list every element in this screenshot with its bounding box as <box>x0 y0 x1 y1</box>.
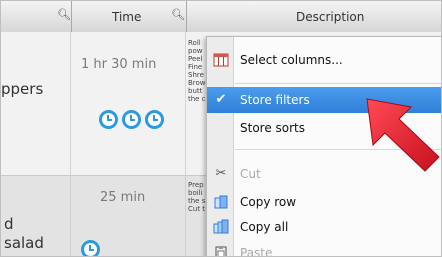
menu-item-label: Store filters <box>240 93 310 107</box>
column-filter-icon[interactable]: 🔍︎ <box>171 8 185 21</box>
menu-item-label: Paste <box>240 246 273 257</box>
clock-icon <box>81 240 100 256</box>
menu-item-label: Copy all <box>240 220 289 234</box>
red-arrow-icon <box>366 98 440 172</box>
description-column-header[interactable]: Description <box>296 10 364 24</box>
table-row-time-cell[interactable]: 1 hr 30 min <box>71 32 186 175</box>
menu-item-copy-all[interactable]: Copy all <box>207 214 441 240</box>
time-text: 1 hr 30 min <box>81 57 157 72</box>
paste-icon <box>213 245 229 256</box>
menu-separator <box>235 83 441 84</box>
clock-icon <box>99 110 118 129</box>
time-text: 25 min <box>100 190 146 205</box>
recipe-grid: 🔍︎ Time 🔍︎ Description ppers 1 hr 30 min… <box>0 0 442 257</box>
menu-item-copy-row[interactable]: Copy row <box>207 189 441 215</box>
recipe-name: salad <box>4 234 44 252</box>
scissors-icon: ✂ <box>215 166 227 181</box>
menu-item-label: Cut <box>240 167 261 181</box>
recipe-name: d <box>4 215 14 233</box>
recipe-name: ppers <box>1 80 44 98</box>
column-divider[interactable] <box>71 1 72 32</box>
columns-icon <box>213 52 229 68</box>
copy-all-icon <box>213 219 229 235</box>
table-row-time-cell[interactable]: 25 min <box>71 175 186 256</box>
table-row-name-cell[interactable]: d salad <box>1 175 71 256</box>
table-row-name-cell[interactable]: ppers <box>1 32 71 175</box>
menu-item-label: Copy row <box>240 195 297 209</box>
check-icon: ✔ <box>215 92 227 107</box>
column-filter-icon[interactable]: 🔍︎ <box>57 8 71 21</box>
menu-item-label: Select columns... <box>240 53 343 67</box>
time-column-header[interactable]: Time <box>112 10 141 24</box>
clock-icon <box>122 110 141 129</box>
column-header-bar: 🔍︎ Time 🔍︎ Description <box>1 1 441 33</box>
column-divider[interactable] <box>186 1 187 32</box>
copy-icon <box>213 194 229 210</box>
menu-item-select-columns[interactable]: Select columns... <box>207 47 441 73</box>
menu-item-label: Store sorts <box>240 121 306 135</box>
menu-item-paste[interactable]: Paste <box>207 240 441 257</box>
description-text: Prep boili the s Cut t <box>188 181 206 213</box>
description-text: Roll pow Peel Fine Shre Brow butt the c <box>188 39 206 103</box>
clock-icon <box>145 110 164 129</box>
